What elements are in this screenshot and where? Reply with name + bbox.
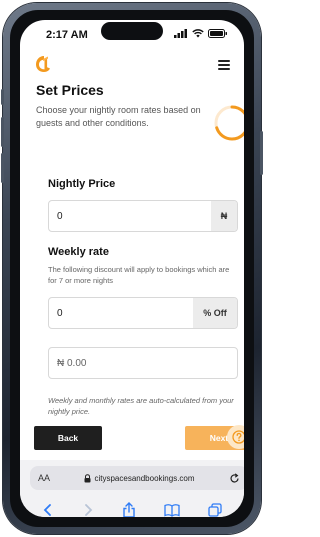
page-title: Set Prices: [36, 82, 104, 98]
mute-switch: [1, 89, 4, 105]
status-icons: [174, 29, 228, 38]
weekly-rate-help: The following discount will apply to boo…: [48, 265, 230, 285]
status-time: 2:17 AM: [46, 29, 88, 41]
phone-frame: 2:17 AM Set Prices Choose your nightly r…: [1, 3, 263, 534]
status-bar: 2:17 AM: [20, 20, 244, 46]
browser-toolbar: [20, 498, 244, 517]
weekly-amount-field[interactable]: ₦ 0.00: [48, 347, 238, 379]
bezel: 2:17 AM Set Prices Choose your nightly r…: [10, 10, 254, 527]
auto-calc-note: Weekly and monthly rates are auto-calcul…: [48, 396, 234, 416]
volume-down-button: [1, 153, 4, 183]
wifi-icon: [192, 29, 204, 38]
reload-icon[interactable]: [229, 472, 240, 484]
help-chat-icon: [232, 430, 244, 444]
battery-icon: [208, 29, 227, 38]
app-logo-icon[interactable]: [35, 55, 51, 73]
nightly-price-label: Nightly Price: [48, 178, 116, 190]
url-text: cityspacesandbookings.com: [94, 473, 195, 483]
power-button: [260, 131, 263, 175]
screen: 2:17 AM Set Prices Choose your nightly r…: [20, 20, 244, 517]
safari-browser-bar: AA cityspacesandbookings.com: [20, 460, 244, 517]
url-display[interactable]: cityspacesandbookings.com: [50, 474, 229, 483]
volume-up-button: [1, 117, 4, 147]
back-arrow-icon[interactable]: [42, 503, 54, 517]
weekly-rate-label: Weekly rate: [48, 246, 109, 258]
back-button[interactable]: Back: [34, 426, 102, 450]
footer-actions: Back Next: [20, 418, 244, 458]
cellular-signal-icon: [174, 29, 187, 38]
forward-arrow-icon[interactable]: [82, 503, 94, 517]
percent-off-suffix: % Off: [193, 298, 237, 328]
help-button[interactable]: [227, 425, 244, 449]
nightly-price-field[interactable]: 0 ₦: [48, 200, 238, 232]
progress-ring: [214, 105, 244, 141]
weekly-amount-value: ₦ 0.00: [57, 357, 87, 369]
tabs-icon[interactable]: [208, 503, 222, 517]
lock-icon: [84, 473, 91, 482]
dynamic-island: [101, 22, 163, 40]
page-subtitle: Choose your nightly room rates based on …: [36, 105, 201, 128]
weekly-discount-input[interactable]: 0: [49, 298, 193, 328]
address-bar[interactable]: AA cityspacesandbookings.com: [30, 466, 244, 490]
nightly-price-input[interactable]: 0: [49, 201, 211, 231]
share-icon[interactable]: [122, 502, 136, 517]
bookmarks-icon[interactable]: [164, 503, 180, 517]
weekly-discount-field[interactable]: 0 % Off: [48, 297, 238, 329]
reader-aa-button[interactable]: AA: [38, 473, 50, 483]
hamburger-menu-icon[interactable]: [218, 60, 230, 70]
currency-suffix: ₦: [211, 201, 237, 231]
